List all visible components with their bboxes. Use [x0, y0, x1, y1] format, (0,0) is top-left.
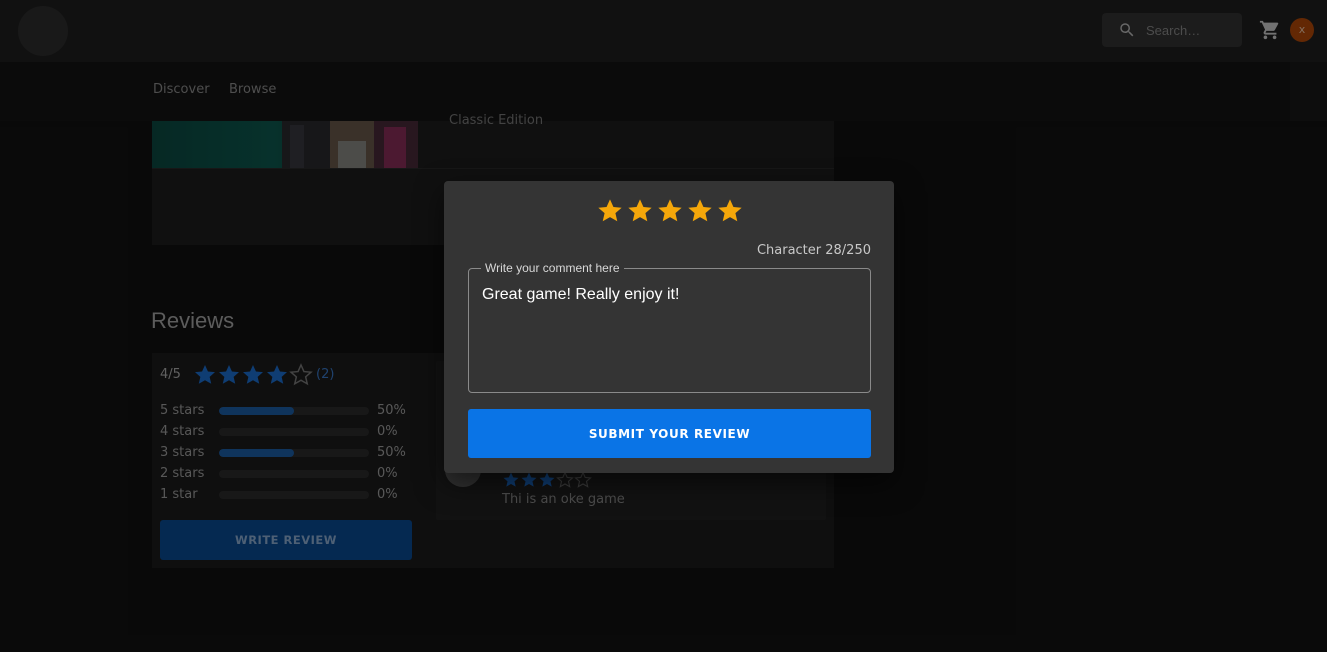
comment-field-label: Write your comment here	[481, 261, 624, 275]
comment-textarea[interactable]: Great game! Really enjoy it!	[482, 285, 857, 380]
submit-review-button[interactable]: SUBMIT YOUR REVIEW	[468, 409, 871, 458]
star-icon[interactable]	[596, 197, 624, 225]
review-dialog: Character 28/250 Write your comment here…	[444, 181, 894, 473]
character-counter: Character 28/250	[756, 243, 871, 258]
star-icon[interactable]	[716, 197, 744, 225]
star-icon[interactable]	[656, 197, 684, 225]
star-icon[interactable]	[686, 197, 714, 225]
rating-input[interactable]	[596, 197, 744, 225]
star-icon[interactable]	[626, 197, 654, 225]
